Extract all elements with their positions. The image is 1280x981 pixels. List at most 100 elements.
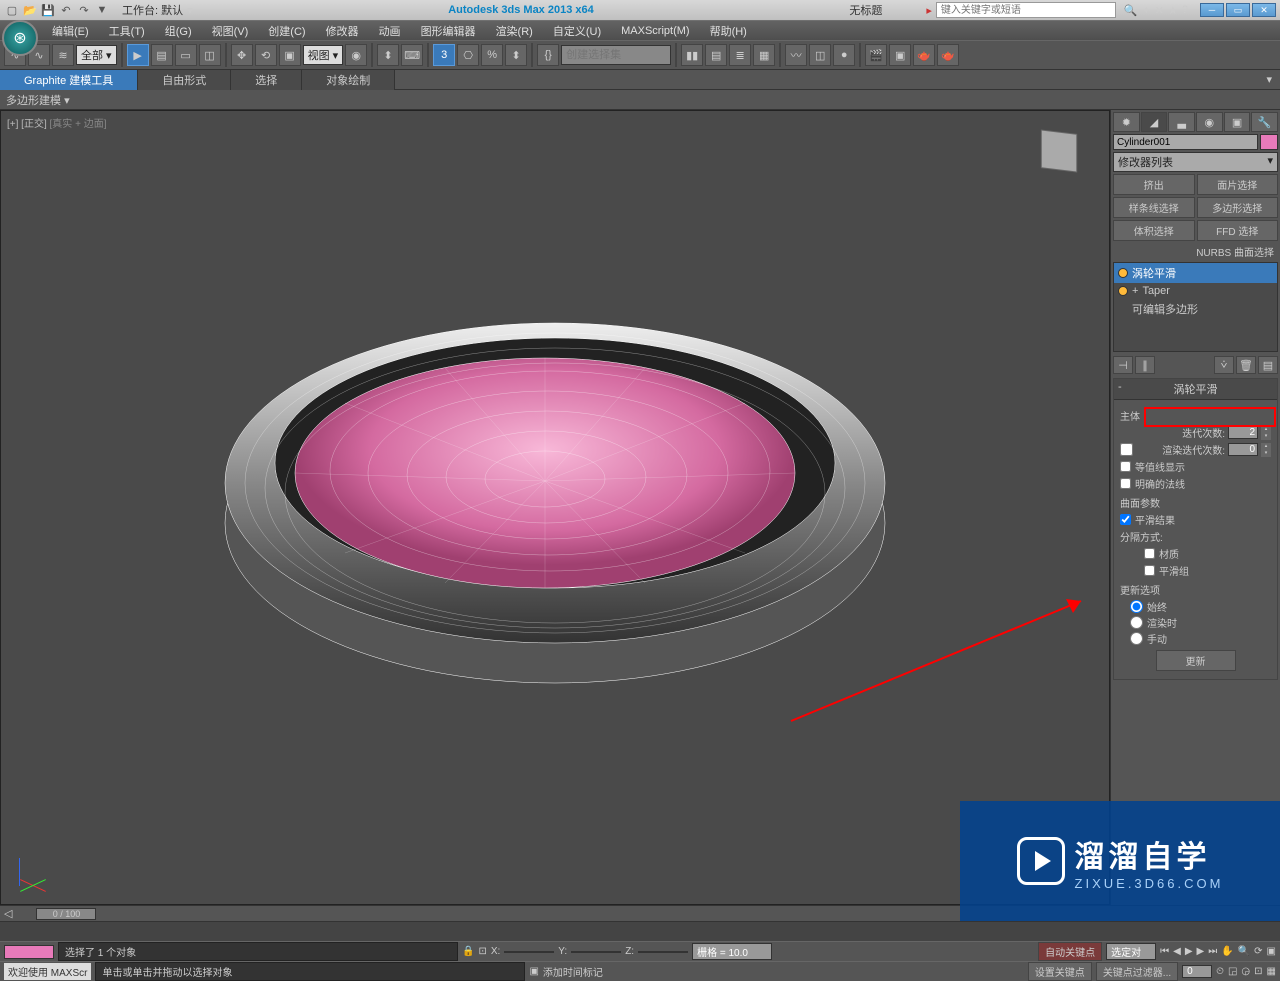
ref-coord-dropdown[interactable]: 视图 ▾ xyxy=(303,45,344,65)
poly-modeling-label[interactable]: 多边形建模 xyxy=(6,95,61,107)
rotate-icon[interactable]: ⟲ xyxy=(255,44,277,66)
menu-tools[interactable]: 工具(T) xyxy=(99,21,155,41)
percent-snap-icon[interactable]: % xyxy=(481,44,503,66)
frame-field[interactable]: 0 xyxy=(1182,965,1212,978)
menu-rendering[interactable]: 渲染(R) xyxy=(486,21,543,41)
iterations-spinner[interactable]: ▴▾ xyxy=(1261,426,1271,440)
search-input[interactable] xyxy=(936,2,1116,18)
search-icon[interactable]: 🔍 xyxy=(1124,4,1138,17)
infocenter-arrow-icon[interactable]: ▸ xyxy=(926,4,932,17)
edit-selset-icon[interactable]: {} xyxy=(537,44,559,66)
workspace-label[interactable]: 工作台: 默认 xyxy=(122,2,183,18)
timeline-ruler[interactable] xyxy=(0,921,1280,941)
ribbon-tab-selection[interactable]: 选择 xyxy=(231,70,302,90)
update-always-radio[interactable] xyxy=(1130,600,1143,613)
viewcube[interactable] xyxy=(1039,131,1089,191)
bind-spacewarp-icon[interactable]: ≋ xyxy=(52,44,74,66)
curve-editor-icon[interactable]: 〰 xyxy=(785,44,807,66)
remove-mod-icon[interactable]: 🗑 xyxy=(1236,356,1256,374)
x-field[interactable] xyxy=(504,951,554,953)
autokey-button[interactable]: 自动关键点 xyxy=(1038,942,1102,961)
make-unique-icon[interactable]: ⩒ xyxy=(1214,356,1234,374)
window-crossing-icon[interactable]: ◫ xyxy=(199,44,221,66)
save-icon[interactable]: 💾 xyxy=(40,2,56,18)
menu-customize[interactable]: 自定义(U) xyxy=(543,21,611,41)
key-filters-button[interactable]: 关键点过滤器... xyxy=(1096,962,1178,981)
add-time-tag-label[interactable]: 添加时间标记 xyxy=(543,964,603,979)
spinner-snap-icon[interactable]: ⬍ xyxy=(505,44,527,66)
configure-icon[interactable]: ▤ xyxy=(1258,356,1278,374)
nav3-icon[interactable]: ▦ xyxy=(1267,966,1276,977)
open-icon[interactable]: 📂 xyxy=(22,2,38,18)
explicit-normals-checkbox[interactable] xyxy=(1120,478,1131,489)
mod-btn-extrude[interactable]: 挤出 xyxy=(1113,174,1195,195)
object-name-input[interactable] xyxy=(1113,134,1258,150)
select-region-icon[interactable]: ▭ xyxy=(175,44,197,66)
render-icon[interactable]: 🫖 xyxy=(913,44,935,66)
help-icon[interactable]: ? xyxy=(1182,4,1188,16)
viewport-label[interactable]: [+] [正交] [真实 + 边面] xyxy=(7,115,106,130)
application-button[interactable]: ⊛ xyxy=(2,20,38,56)
scale-icon[interactable]: ▣ xyxy=(279,44,301,66)
mod-btn-vol[interactable]: 体积选择 xyxy=(1113,220,1195,241)
hierarchy-tab-icon[interactable]: ▃ xyxy=(1168,112,1195,132)
selection-filter-dropdown[interactable]: 全部 ▾ xyxy=(76,45,117,65)
pan-icon[interactable]: ✋ xyxy=(1221,946,1233,957)
stack-item-taper[interactable]: + Taper xyxy=(1114,283,1277,299)
isoline-checkbox[interactable] xyxy=(1120,461,1131,472)
snap-toggle-icon[interactable]: 3 xyxy=(433,44,455,66)
layer-manager-icon[interactable]: ≣ xyxy=(729,44,751,66)
redo-icon[interactable]: ↷ xyxy=(76,2,92,18)
stack-item-editable-poly[interactable]: 可编辑多边形 xyxy=(1114,299,1277,319)
menu-group[interactable]: 组(G) xyxy=(155,21,202,41)
iterations-value[interactable]: 2 xyxy=(1228,426,1258,439)
timeslider-left-icon[interactable]: ◁ xyxy=(0,907,16,920)
setkey-button[interactable]: 设置关键点 xyxy=(1028,962,1092,981)
named-selset-input[interactable] xyxy=(561,45,671,65)
mod-btn-spline[interactable]: 样条线选择 xyxy=(1113,197,1195,218)
show-result-icon[interactable]: ∥ xyxy=(1135,356,1155,374)
goto-end-icon[interactable]: ⏭ xyxy=(1208,946,1217,957)
prev-frame-icon[interactable]: ◀ xyxy=(1173,946,1181,957)
script-listener-icon[interactable]: ▣ xyxy=(529,966,538,977)
maximize-viewport-icon[interactable]: ▣ xyxy=(1267,946,1276,957)
axis-lock-icon[interactable]: ⊡ xyxy=(478,946,486,957)
nav2-icon[interactable]: ⊡ xyxy=(1254,966,1262,977)
ribbon-tab-freeform[interactable]: 自由形式 xyxy=(138,70,231,90)
pin-stack-icon[interactable]: ⊣ xyxy=(1113,356,1133,374)
render-iter-value[interactable]: 0 xyxy=(1228,443,1258,456)
schematic-view-icon[interactable]: ◫ xyxy=(809,44,831,66)
align-icon[interactable]: ▤ xyxy=(705,44,727,66)
object-color-swatch[interactable] xyxy=(1260,134,1278,150)
play-icon[interactable]: ▶ xyxy=(1185,946,1193,957)
update-button[interactable]: 更新 xyxy=(1156,650,1236,671)
angle-snap-icon[interactable]: ⎔ xyxy=(457,44,479,66)
maximize-button[interactable]: ▭ xyxy=(1226,3,1250,17)
ribbon-toggle-icon[interactable]: ▦ xyxy=(753,44,775,66)
modifier-list-dropdown[interactable]: 修改器列表▾ xyxy=(1113,152,1278,172)
stack-item-turbosmooth[interactable]: 涡轮平滑 xyxy=(1114,263,1277,283)
render-iter-checkbox[interactable] xyxy=(1120,443,1133,456)
mod-btn-ffd[interactable]: FFD 选择 xyxy=(1197,220,1279,241)
lock-icon[interactable]: 🔒 xyxy=(462,946,474,957)
smoothgrp-checkbox[interactable] xyxy=(1144,565,1155,576)
smooth-result-checkbox[interactable] xyxy=(1120,514,1131,525)
mod-btn-patch[interactable]: 面片选择 xyxy=(1197,174,1279,195)
ribbon-tab-paint[interactable]: 对象绘制 xyxy=(302,70,395,90)
z-field[interactable] xyxy=(638,951,688,953)
minimize-button[interactable]: ─ xyxy=(1200,3,1224,17)
zoom-extents-icon[interactable]: ◲ xyxy=(1228,966,1237,977)
menu-maxscript[interactable]: MAXScript(M) xyxy=(611,23,699,39)
goto-start-icon[interactable]: ⏮ xyxy=(1160,946,1169,957)
menu-animation[interactable]: 动画 xyxy=(369,21,411,41)
zoom-icon[interactable]: 🔍 xyxy=(1238,946,1250,957)
selkey-dropdown[interactable]: 选定对 xyxy=(1106,943,1156,960)
modify-tab-icon[interactable]: ◢ xyxy=(1141,112,1168,132)
utilities-tab-icon[interactable]: 🔧 xyxy=(1251,112,1278,132)
mod-btn-poly[interactable]: 多边形选择 xyxy=(1197,197,1279,218)
motion-tab-icon[interactable]: ◉ xyxy=(1196,112,1223,132)
display-tab-icon[interactable]: ▣ xyxy=(1224,112,1251,132)
favorite-icon[interactable]: ★ xyxy=(1168,4,1178,17)
menu-edit[interactable]: 编辑(E) xyxy=(42,21,99,41)
update-manual-radio[interactable] xyxy=(1130,632,1143,645)
